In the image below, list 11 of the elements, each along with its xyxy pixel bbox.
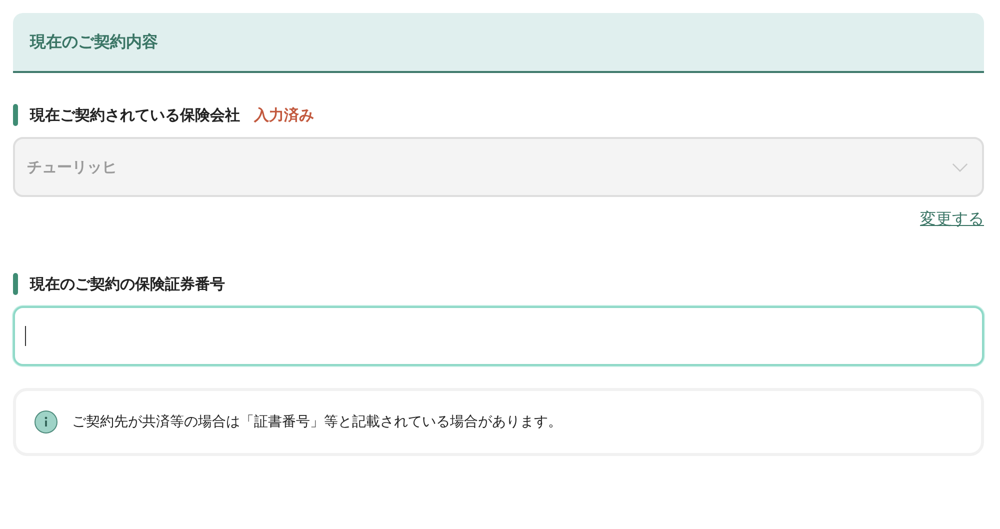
section-title: 現在のご契約内容	[30, 32, 158, 52]
field-label: 現在のご契約の保険証券番号	[30, 274, 225, 294]
label-accent-bar	[13, 273, 18, 295]
text-cursor	[25, 326, 26, 346]
label-accent-bar	[13, 104, 18, 126]
chevron-down-icon	[952, 162, 968, 172]
field-label: 現在ご契約されている保険会社	[30, 106, 240, 124]
info-icon	[34, 410, 58, 434]
note-text: ご契約先が共済等の場合は「証書番号」等と記載されている場合があります。	[72, 413, 562, 431]
status-label: 入力済み	[254, 106, 314, 124]
input-field[interactable]	[13, 306, 984, 366]
